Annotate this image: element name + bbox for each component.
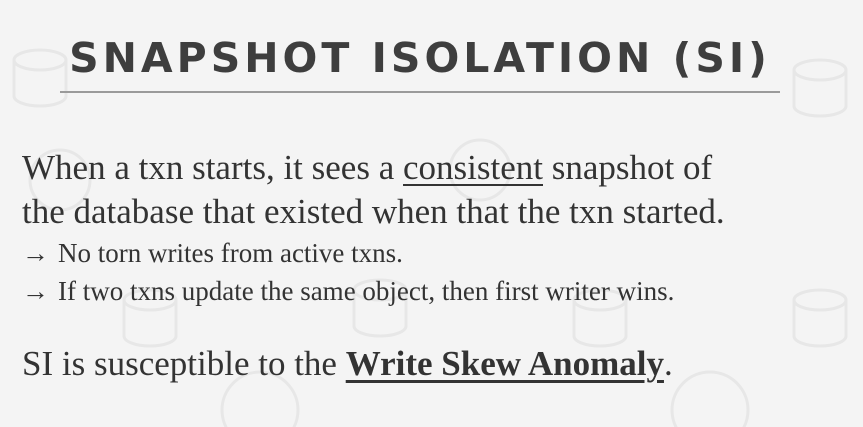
- consistent-underlined-word: consistent: [403, 148, 543, 187]
- write-skew-text-start: SI is susceptible to the: [22, 344, 346, 383]
- definition-text-end: snapshot of: [543, 148, 713, 187]
- title-underline-rule: [60, 91, 780, 93]
- definition-text-start: When a txn starts, it sees a: [22, 148, 404, 187]
- slide: SNAPSHOT ISOLATION (SI) When a txn start…: [0, 0, 863, 427]
- write-skew-period: .: [663, 344, 673, 383]
- arrow-icon: →: [22, 238, 49, 268]
- definition-line-2: the database that existed when that the …: [22, 192, 725, 231]
- bullet-text: If two txns update the same object, then…: [58, 276, 675, 306]
- bullet-text: No torn writes from active txns.: [58, 238, 403, 268]
- bullet-item: → If two txns update the same object, the…: [22, 272, 852, 310]
- definition-line-1: When a txn starts, it sees a consistent …: [22, 146, 852, 190]
- slide-body: When a txn starts, it sees a consistent …: [22, 146, 852, 310]
- slide-title: SNAPSHOT ISOLATION (SI): [69, 34, 771, 82]
- write-skew-statement: SI is susceptible to the Write Skew Anom…: [22, 342, 673, 386]
- bullet-item: → No torn writes from active txns.: [22, 234, 852, 272]
- write-skew-anomaly-emphasis: Write Skew Anomaly: [345, 344, 664, 383]
- arrow-icon: →: [22, 276, 49, 306]
